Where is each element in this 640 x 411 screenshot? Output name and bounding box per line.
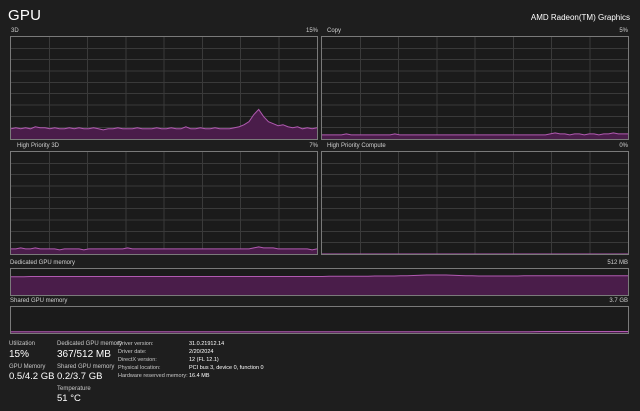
graph-grid	[322, 152, 628, 254]
graph-max-copy: 5%	[619, 28, 628, 34]
utilization-label: Utilization	[9, 341, 36, 347]
device-name: AMD Radeon(TM) Graphics	[530, 13, 630, 22]
driver-date-value: 2/20/2024	[189, 349, 214, 355]
graph-grid	[11, 152, 317, 254]
dedicated-gpu-memory-label: Dedicated GPU memory	[57, 341, 123, 347]
graph-area	[11, 274, 628, 295]
graph-max-dedicated-memory: 512 MB	[607, 260, 628, 266]
directx-version-value: 12 (FL 12.1)	[189, 357, 219, 363]
graph-label-dedicated-memory: Dedicated GPU memory	[10, 260, 76, 266]
graph-shared-memory-svg	[11, 330, 628, 333]
temperature-value: 51 °C	[57, 393, 81, 404]
graph-hpcompute-svg	[322, 152, 628, 254]
gpu-memory-value: 0.5/4.2 GB	[9, 371, 55, 382]
shared-gpu-memory-label: Shared GPU memory	[57, 364, 115, 370]
gpu-memory-label: GPU Memory	[9, 364, 46, 370]
graph-dedicated-memory[interactable]	[10, 268, 629, 296]
graph-hp3d-svg	[11, 152, 317, 254]
directx-version-label: DirectX version:	[118, 357, 157, 363]
page-title: GPU	[8, 7, 42, 24]
dedicated-gpu-memory-value: 367/512 MB	[57, 349, 111, 360]
graph-label-shared-memory: Shared GPU memory	[10, 298, 68, 304]
graph-grid	[322, 37, 628, 139]
graph-copy-svg	[322, 37, 628, 139]
graph-label-hpcompute[interactable]: High Priority Compute	[327, 143, 386, 149]
graph-3d[interactable]	[10, 36, 318, 140]
physical-location-label: Physical location:	[118, 365, 161, 371]
graph-max-hp3d: 7%	[309, 143, 318, 149]
temperature-label: Temperature	[57, 386, 91, 392]
graph-copy[interactable]	[321, 36, 629, 140]
utilization-value: 15%	[9, 349, 30, 360]
driver-version-value: 31.0.21912.14	[189, 341, 225, 347]
graph-3d-svg	[11, 37, 317, 139]
graph-label-hp3d[interactable]: High Priority 3D	[17, 143, 59, 149]
graph-max-hpcompute: 0%	[619, 143, 628, 149]
graph-high-priority-3d[interactable]	[10, 151, 318, 255]
shared-gpu-memory-value: 0.2/3.7 GB	[57, 371, 103, 382]
driver-version-label: Driver version:	[118, 341, 154, 347]
graph-dedicated-memory-svg	[11, 274, 628, 295]
graph-max-3d: 15%	[305, 28, 318, 34]
graph-label-3d[interactable]: 3D	[11, 28, 19, 34]
graph-label-copy[interactable]: Copy	[327, 28, 341, 34]
graph-max-shared-memory: 3.7 GB	[609, 298, 628, 304]
graph-high-priority-compute[interactable]	[321, 151, 629, 255]
physical-location-value: PCI bus 3, device 0, function 0	[189, 365, 264, 371]
graph-shared-memory[interactable]	[10, 306, 629, 334]
driver-date-label: Driver date:	[118, 349, 147, 355]
hardware-reserved-memory-label: Hardware reserved memory:	[118, 373, 188, 379]
hardware-reserved-memory-value: 16.4 MB	[189, 373, 210, 379]
